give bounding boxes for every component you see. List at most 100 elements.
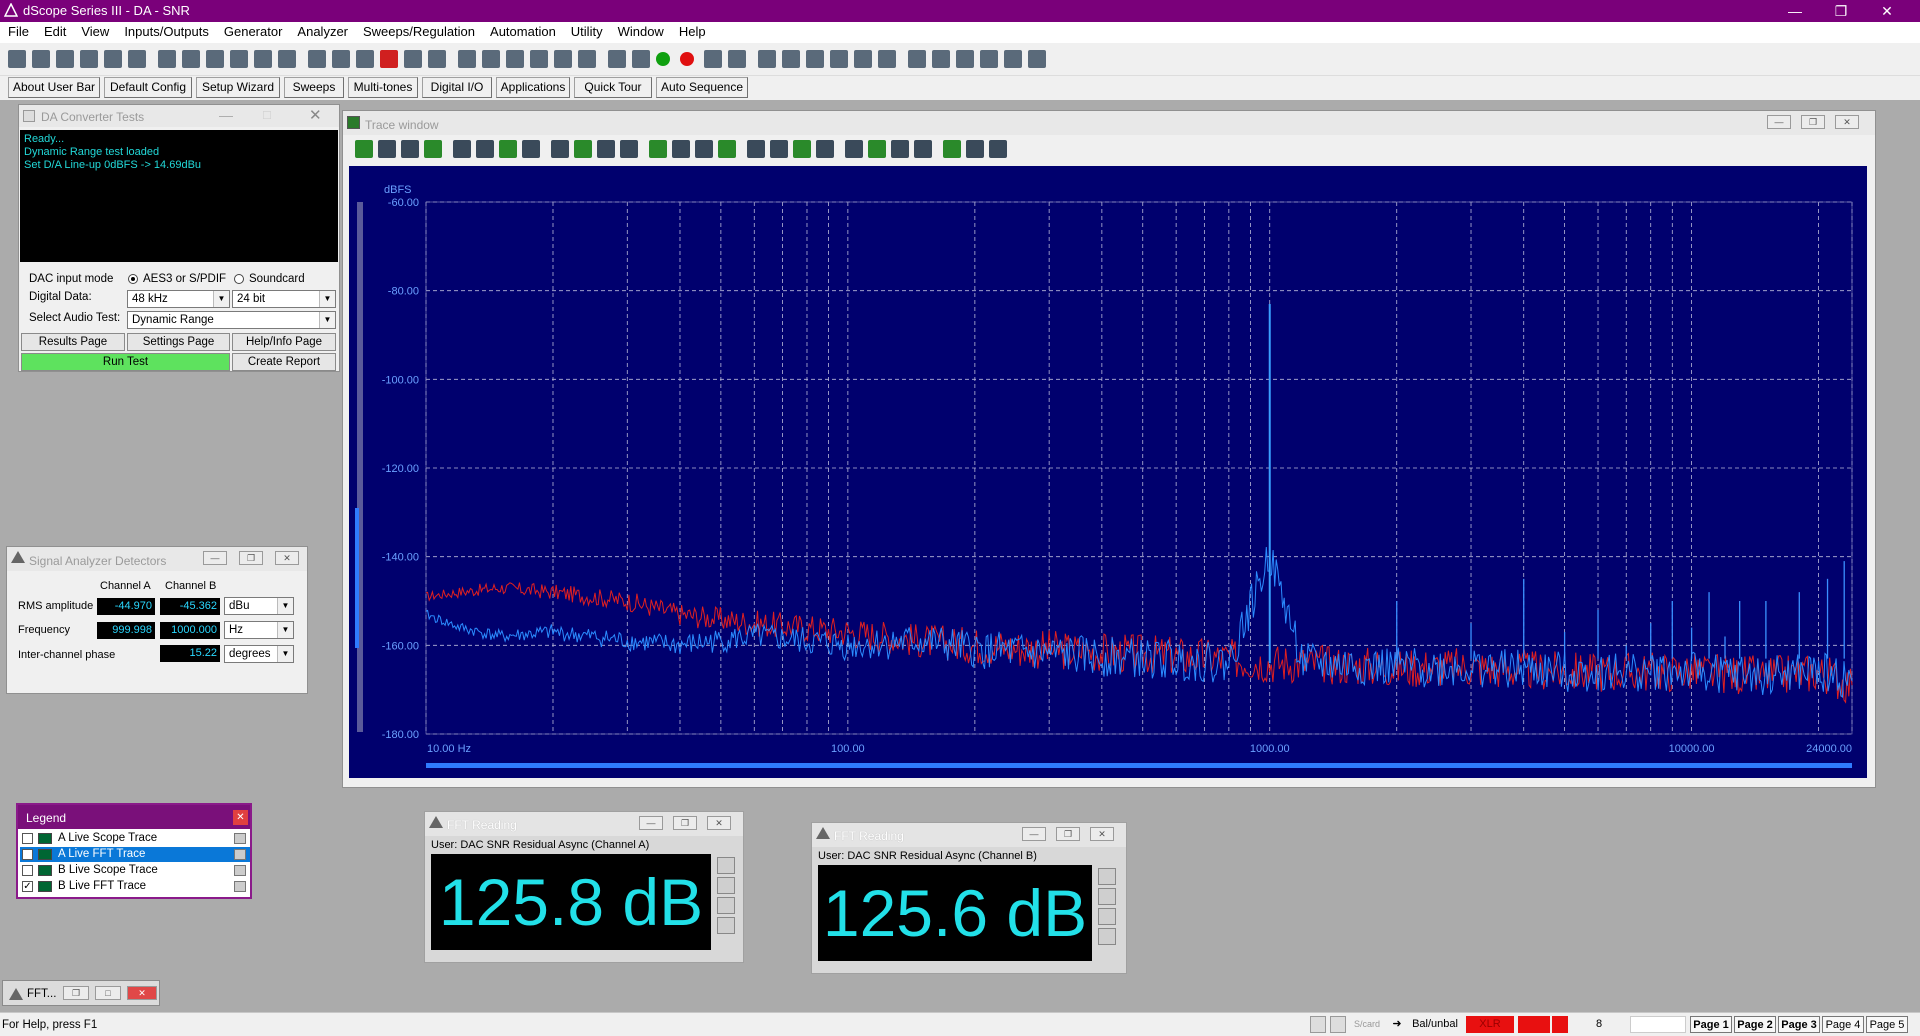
trace3-icon[interactable] — [806, 50, 824, 68]
trace-tool-icon[interactable] — [845, 140, 863, 158]
settings-page-button[interactable]: Settings Page — [127, 333, 230, 351]
unit-icon[interactable] — [1098, 868, 1116, 885]
analyzer-icon[interactable] — [206, 50, 224, 68]
scope2-icon[interactable] — [428, 50, 446, 68]
trace-tool-icon[interactable] — [816, 140, 834, 158]
help-info-page-button[interactable]: Help/Info Page — [232, 333, 336, 351]
menu-help[interactable]: Help — [671, 22, 713, 43]
trace-tool-icon[interactable] — [649, 140, 667, 158]
minimize-button[interactable]: — — [1767, 115, 1791, 129]
record-icon[interactable] — [680, 52, 694, 66]
menu-automation[interactable]: Automation — [482, 22, 563, 43]
legend-checkbox[interactable] — [22, 865, 33, 876]
create-report-button[interactable]: Create Report — [232, 353, 336, 371]
page-1-tab[interactable]: Page 1 — [1690, 1016, 1732, 1033]
gen-out2-icon[interactable] — [128, 50, 146, 68]
trace-tool-icon[interactable] — [453, 140, 471, 158]
minimize-button[interactable]: — — [203, 551, 227, 565]
exit-icon[interactable] — [1028, 50, 1046, 68]
minimized-fft-window[interactable]: FFT... ❐ □ ✕ — [2, 980, 160, 1006]
edit-icon[interactable] — [717, 897, 735, 914]
close-button[interactable]: ✕ — [707, 816, 731, 830]
regulate-icon[interactable] — [908, 50, 926, 68]
scope-icon[interactable] — [404, 50, 422, 68]
menu-file[interactable]: File — [0, 22, 36, 43]
page-4-tab[interactable]: Page 4 — [1822, 1016, 1864, 1033]
trace-tool-icon[interactable] — [620, 140, 638, 158]
close-icon[interactable]: ✕ — [309, 106, 322, 124]
meter3-icon[interactable] — [530, 50, 548, 68]
open-icon[interactable] — [8, 50, 26, 68]
save-icon[interactable] — [56, 50, 74, 68]
trace-tool-icon[interactable] — [574, 140, 592, 158]
restore-button[interactable]: ❐ — [1801, 115, 1825, 129]
trace4-icon[interactable] — [830, 50, 848, 68]
sample-rate-select[interactable]: 48 kHz ▼ — [127, 290, 230, 308]
trace-tool-icon[interactable] — [966, 140, 984, 158]
trace-settings-icon[interactable] — [234, 833, 246, 844]
quick-tour-button[interactable]: Quick Tour — [574, 77, 652, 98]
soundcard-radio[interactable] — [234, 274, 244, 284]
digital-io-button[interactable]: Digital I/O — [422, 77, 492, 98]
menu-view[interactable]: View — [73, 22, 116, 43]
trace-settings-icon[interactable] — [234, 849, 246, 860]
menu-generator[interactable]: Generator — [216, 22, 290, 43]
meter6-icon[interactable] — [608, 50, 626, 68]
meter5-icon[interactable] — [578, 50, 596, 68]
trace-tool-icon[interactable] — [522, 140, 540, 158]
legend-checkbox[interactable]: ✓ — [22, 849, 33, 860]
trace-settings-icon[interactable] — [234, 881, 246, 892]
close-button[interactable]: ✕ — [275, 551, 299, 565]
audio-test-select[interactable]: Dynamic Range ▼ — [127, 311, 336, 329]
trace-tool-icon[interactable] — [770, 140, 788, 158]
setup-wizard-button[interactable]: Setup Wizard — [196, 77, 280, 98]
trace-tool-icon[interactable] — [891, 140, 909, 158]
minimize-button[interactable]: — — [1772, 0, 1818, 22]
default-config-button[interactable]: Default Config — [104, 77, 192, 98]
menu-analyzer[interactable]: Analyzer — [289, 22, 355, 43]
gen-out4-icon[interactable] — [182, 50, 200, 68]
maximize-button[interactable]: ❐ — [1818, 0, 1864, 22]
trace-tool-icon[interactable] — [401, 140, 419, 158]
meter4-icon[interactable] — [554, 50, 572, 68]
trace-tool-icon[interactable] — [989, 140, 1007, 158]
trace-settings-icon[interactable] — [234, 865, 246, 876]
minimize-button[interactable]: — — [639, 816, 663, 830]
unit-icon[interactable] — [717, 857, 735, 874]
rms-unit-select[interactable]: dBu ▼ — [224, 597, 294, 615]
meter-icon[interactable] — [482, 50, 500, 68]
frequency-unit-select[interactable]: Hz ▼ — [224, 621, 294, 639]
menu-sweeps-regulation[interactable]: Sweeps/Regulation — [355, 22, 482, 43]
trace-tool-icon[interactable] — [551, 140, 569, 158]
graph-icon[interactable] — [878, 50, 896, 68]
run-icon[interactable] — [656, 52, 670, 66]
results-page-button[interactable]: Results Page — [21, 333, 125, 351]
legend-item[interactable]: A Live Scope Trace — [20, 831, 250, 846]
applications-button[interactable]: Applications — [496, 77, 570, 98]
maximize-icon[interactable]: □ — [263, 107, 271, 122]
scope3-icon[interactable] — [458, 50, 476, 68]
restore-button[interactable]: ❐ — [673, 816, 697, 830]
legend-checkbox[interactable] — [22, 833, 33, 844]
trace-tool-icon[interactable] — [943, 140, 961, 158]
legend-checkbox[interactable]: ✓ — [22, 881, 33, 892]
dropdown-icon[interactable] — [32, 50, 50, 68]
sweep-icon[interactable] — [704, 50, 722, 68]
settings-icon[interactable] — [717, 877, 735, 894]
meter7-icon[interactable] — [632, 50, 650, 68]
expand-icon[interactable] — [717, 917, 735, 934]
restore-button[interactable]: ❐ — [1056, 827, 1080, 841]
trace-tool-icon[interactable] — [424, 140, 442, 158]
close-button[interactable]: ✕ — [1090, 827, 1114, 841]
trace-tool-icon[interactable] — [672, 140, 690, 158]
trace-tool-icon[interactable] — [868, 140, 886, 158]
aes3-radio[interactable] — [128, 274, 138, 284]
trace-tool-icon[interactable] — [747, 140, 765, 158]
input2-icon[interactable] — [308, 50, 326, 68]
input3-icon[interactable] — [332, 50, 350, 68]
trace5-icon[interactable] — [854, 50, 872, 68]
trace-tool-icon[interactable] — [597, 140, 615, 158]
trace-tool-icon[interactable] — [355, 140, 373, 158]
edit-icon[interactable] — [1098, 908, 1116, 925]
legend-item[interactable]: B Live Scope Trace — [20, 863, 250, 878]
